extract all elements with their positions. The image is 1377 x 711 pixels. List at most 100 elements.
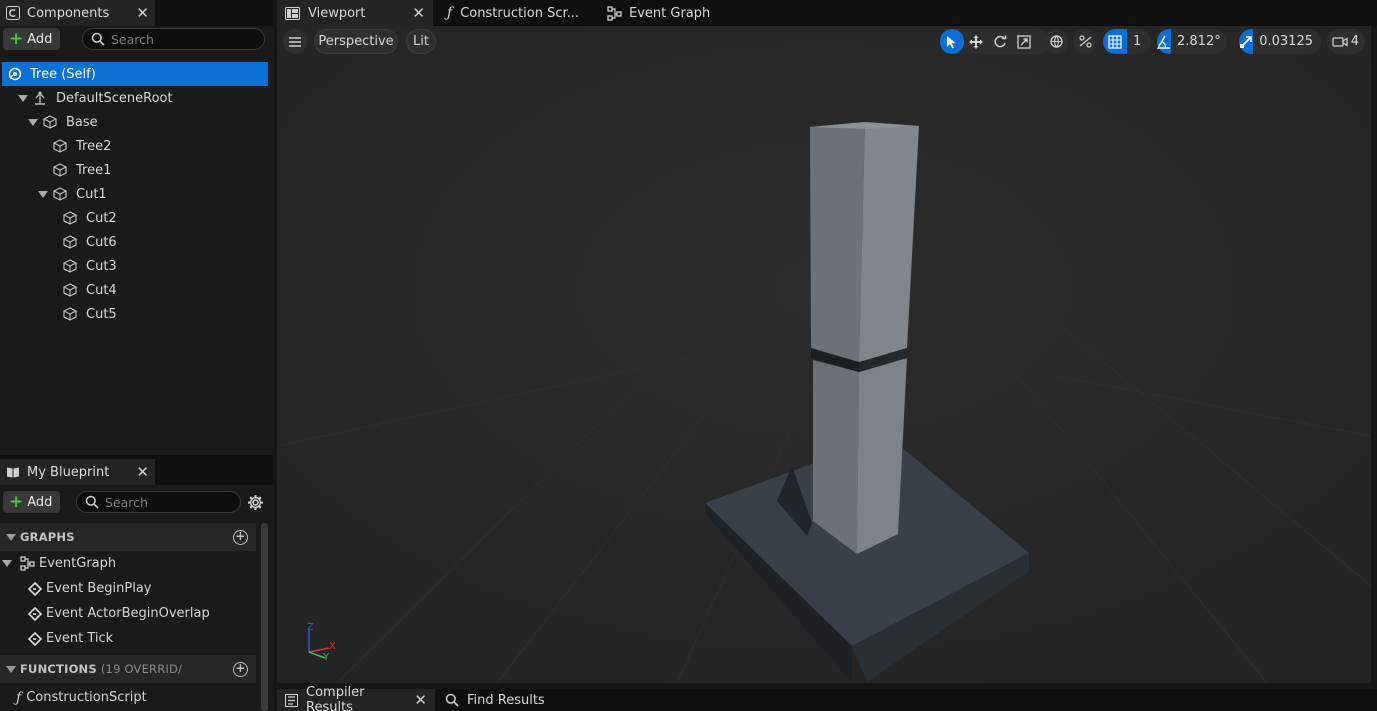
tree-item-cut3[interactable]: Cut3 xyxy=(62,254,117,278)
viewport-icon xyxy=(285,6,300,20)
graph-label: EventGraph xyxy=(39,556,117,571)
tab-viewport[interactable]: Viewport ✕ xyxy=(277,0,433,26)
functions-section-header[interactable]: FUNCTIONS (19 OVERRID/ + xyxy=(0,655,256,683)
transform-tools xyxy=(940,29,1049,54)
rotation-snap-value: 2.812° xyxy=(1177,34,1221,49)
event-icon xyxy=(28,631,42,646)
world-local-toggle[interactable] xyxy=(1044,29,1069,54)
graph-eventgraph[interactable]: EventGraph xyxy=(2,551,116,576)
scale-snap-control[interactable]: 0.03125 xyxy=(1239,29,1321,54)
tree-item-cut4[interactable]: Cut4 xyxy=(62,278,117,302)
axis-z-label: Z xyxy=(307,622,314,633)
function-label: ConstructionScript xyxy=(26,690,147,705)
graphs-header-label: GRAPHS xyxy=(20,530,75,544)
components-search-input[interactable] xyxy=(111,31,256,47)
gear-icon[interactable] xyxy=(247,494,264,511)
static-mesh-icon xyxy=(52,186,68,202)
tree-item-tree2[interactable]: Tree2 xyxy=(52,134,111,158)
grid-snap-value: 1 xyxy=(1133,34,1142,49)
tree-item-defaultsceneroot[interactable]: DefaultSceneRoot xyxy=(18,86,173,110)
myblueprint-tabbar: My Blueprint ✕ xyxy=(0,459,273,485)
scene-root-icon xyxy=(32,90,48,106)
axis-gizmo: Z X Y xyxy=(303,622,343,666)
surface-snap-button[interactable] xyxy=(1073,29,1097,54)
select-mode-button[interactable] xyxy=(940,29,964,54)
camera-speed-control[interactable]: 4 xyxy=(1327,29,1365,54)
close-icon[interactable]: ✕ xyxy=(412,4,425,22)
function-constructionscript[interactable]: ƒ ConstructionScript xyxy=(16,685,147,710)
graph-event-beginplay[interactable]: Event BeginPlay xyxy=(28,576,152,601)
close-icon[interactable]: ✕ xyxy=(136,5,149,21)
view-mode-button[interactable]: Lit xyxy=(406,29,436,54)
components-tab[interactable]: Components ✕ xyxy=(0,0,155,26)
tree-item-tree1[interactable]: Tree1 xyxy=(52,158,111,182)
tree-item-cut6[interactable]: Cut6 xyxy=(62,230,117,254)
add-component-button[interactable]: + Add xyxy=(3,28,61,50)
cursor-icon xyxy=(946,35,958,49)
axis-y-label: Y xyxy=(323,652,330,663)
angle-icon xyxy=(1157,35,1171,49)
tab-find-results[interactable]: Find Results xyxy=(437,689,567,711)
grid-snap-toggle[interactable] xyxy=(1103,29,1127,54)
graph-event-actorbeginoverlap[interactable]: Event ActorBeginOverlap xyxy=(28,601,210,626)
tab-event-graph[interactable]: Event Graph xyxy=(599,0,749,26)
functions-header-label: FUNCTIONS xyxy=(20,662,97,676)
scale-icon xyxy=(1017,34,1031,49)
add-function-icon[interactable]: + xyxy=(233,662,248,677)
rotation-snap-control[interactable]: 2.812° xyxy=(1157,29,1227,54)
tree-item-base[interactable]: Base xyxy=(28,110,98,134)
expand-arrow-icon xyxy=(6,665,16,673)
tree-item-cut1[interactable]: Cut1 xyxy=(38,182,107,206)
search-icon xyxy=(445,693,459,707)
myblueprint-search[interactable] xyxy=(76,491,241,513)
add-blueprint-item-button[interactable]: + Add xyxy=(3,491,61,513)
book-icon xyxy=(6,465,20,479)
expand-arrow-icon xyxy=(2,560,12,567)
tree-item-cut5[interactable]: Cut5 xyxy=(62,302,117,326)
grid-snap-control[interactable]: 1 xyxy=(1103,29,1151,54)
graphs-section-header[interactable]: GRAPHS + xyxy=(0,523,256,551)
viewport-options-button[interactable] xyxy=(283,29,307,54)
myblueprint-scrollbar[interactable] xyxy=(261,523,268,711)
viewport[interactable]: Perspective Lit 1 2.812° 0.03125 4 Z X Y xyxy=(277,26,1371,683)
myblueprint-tab-title: My Blueprint xyxy=(27,464,110,480)
tree-item-label: Cut3 xyxy=(86,258,117,274)
myblueprint-tab[interactable]: My Blueprint ✕ xyxy=(0,459,155,485)
globe-icon xyxy=(1049,34,1064,49)
tab-label: Viewport xyxy=(308,5,366,21)
video-camera-icon xyxy=(1332,36,1348,48)
expand-arrow-icon xyxy=(38,190,48,198)
viewport-right-edge xyxy=(1371,26,1377,689)
graph-event-tick[interactable]: Event Tick xyxy=(28,626,113,651)
hamburger-menu-icon xyxy=(289,36,301,47)
view-mode-label: Lit xyxy=(413,34,429,49)
surface-snap-icon xyxy=(1078,34,1093,49)
camera-speed-value: 4 xyxy=(1350,34,1359,49)
surface-snap-toggle[interactable] xyxy=(1073,29,1098,54)
graph-label: Event BeginPlay xyxy=(46,581,152,596)
add-graph-icon[interactable]: + xyxy=(233,530,248,545)
camera-speed-toggle[interactable] xyxy=(1330,29,1350,54)
translate-mode-button[interactable] xyxy=(964,29,988,54)
editor-tabbar: Viewport ✕ ƒ Construction Scr... Event G… xyxy=(277,0,1377,26)
add-component-label: Add xyxy=(27,31,53,47)
tree-item-label: Cut5 xyxy=(86,306,117,322)
event-graph-icon xyxy=(607,5,622,21)
tree-item-self[interactable]: Tree (Self) xyxy=(2,62,268,86)
tab-label: Find Results xyxy=(467,692,545,708)
tab-label: Compiler Results xyxy=(306,685,365,711)
perspective-button[interactable]: Perspective xyxy=(314,29,398,54)
close-icon[interactable]: ✕ xyxy=(414,691,427,709)
myblueprint-search-input[interactable] xyxy=(105,494,232,510)
tab-compiler-results[interactable]: Compiler Results ✕ xyxy=(277,685,435,711)
close-icon[interactable]: ✕ xyxy=(136,464,149,480)
graph-label: Event ActorBeginOverlap xyxy=(46,606,210,621)
tab-construction-script[interactable]: ƒ Construction Scr... xyxy=(439,0,589,26)
world-space-button[interactable] xyxy=(1044,29,1068,54)
scale-mode-button[interactable] xyxy=(1012,29,1036,54)
compiler-results-icon xyxy=(285,693,298,707)
components-search[interactable] xyxy=(82,28,265,50)
rotate-mode-button[interactable] xyxy=(988,29,1012,54)
tree-item-cut2[interactable]: Cut2 xyxy=(62,206,117,230)
functions-override-count: (19 OVERRID/ xyxy=(100,662,183,676)
